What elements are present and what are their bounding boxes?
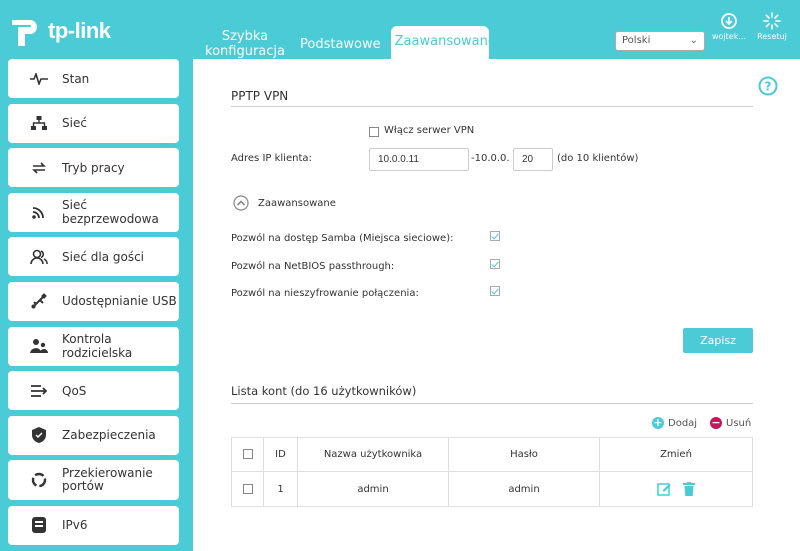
- remove-icon: −: [710, 416, 722, 429]
- tab-quick-setup[interactable]: Szybka konfiguracja: [200, 29, 290, 59]
- tp-link-logo[interactable]: tp-link: [10, 14, 111, 48]
- mode-switch-icon: [30, 159, 48, 177]
- sidebar-item-label: Przekierowanie portów: [62, 466, 153, 494]
- network-icon: [30, 114, 48, 132]
- user-download-icon: [721, 13, 737, 29]
- sidebar-item-label: Udostępnianie USB: [62, 294, 177, 309]
- brand-name: tp-link: [48, 18, 111, 43]
- chevron-down-icon: ⌄: [689, 35, 698, 46]
- sidebar-item-parental-control[interactable]: Kontrola rodzicielska: [8, 326, 179, 366]
- row-password: admin: [448, 471, 600, 507]
- sidebar-item-ipv6[interactable]: IPv6: [8, 505, 179, 545]
- pulse-icon: [30, 70, 48, 88]
- trash-icon[interactable]: [682, 482, 695, 496]
- sidebar-item-status[interactable]: Stan: [8, 59, 179, 98]
- qos-icon: [30, 382, 48, 400]
- wifi-icon: [30, 203, 48, 221]
- sidebar: Stan Sieć Tryb pracy Sieć bezprzewodowa …: [8, 59, 179, 551]
- table-row: 1 admin admin: [231, 471, 753, 507]
- sidebar-item-operation-mode[interactable]: Tryb pracy: [8, 148, 179, 188]
- tp-link-logo-icon: [12, 20, 37, 46]
- unencrypted-option-label: Pozwól na nieszyfrowanie połączenia:: [231, 288, 419, 299]
- sidebar-item-label: Stan: [62, 71, 90, 86]
- row-checkbox[interactable]: [242, 483, 253, 494]
- row-username: admin: [297, 471, 449, 507]
- enable-vpn-checkbox[interactable]: [369, 127, 379, 137]
- sidebar-item-label: Sieć bezprzewodowa: [62, 198, 159, 227]
- add-icon: +: [652, 416, 664, 429]
- ip-start-input[interactable]: [369, 148, 469, 171]
- advanced-toggle-label[interactable]: Zaawansowane: [258, 198, 336, 209]
- unencrypted-checkbox[interactable]: [490, 286, 500, 296]
- ip-separator: -10.0.0.: [471, 153, 510, 164]
- sidebar-item-label: QoS: [62, 383, 87, 398]
- reset-label: Resetuj: [757, 32, 787, 41]
- reset-icon: [763, 12, 781, 30]
- language-select[interactable]: Polski ⌄: [615, 31, 705, 51]
- sidebar-item-label: Sieć: [62, 116, 87, 131]
- sidebar-item-network[interactable]: Sieć: [8, 103, 179, 143]
- sidebar-item-label: IPv6: [62, 518, 88, 533]
- sidebar-item-security[interactable]: Zabezpieczenia: [8, 415, 179, 455]
- main-tabs: Szybka konfiguracja Podstawowe Zaawansow…: [200, 26, 496, 59]
- sidebar-item-label: Sieć dla gości: [62, 249, 145, 264]
- samba-option-label: Pozwól na dostęp Samba (Miejsca sieciowe…: [231, 233, 454, 244]
- sidebar-item-label: Kontrola rodzicielska: [62, 332, 133, 361]
- add-label: Dodaj: [668, 417, 698, 429]
- divider: [231, 106, 753, 107]
- accounts-section-title: Lista kont (do 16 użytkowników): [231, 384, 417, 398]
- reset-button[interactable]: Resetuj: [752, 12, 792, 41]
- column-header-username: Nazwa użytkownika: [297, 437, 449, 472]
- tab-advanced[interactable]: Zaawansowane: [390, 26, 496, 59]
- column-header-edit: Zmień: [599, 437, 753, 472]
- table-header-row: ID Nazwa użytkownika Hasło Zmień: [231, 437, 753, 472]
- row-id: 1: [263, 471, 298, 507]
- row-select-cell: [231, 471, 264, 507]
- select-all-checkbox[interactable]: [242, 449, 253, 459]
- sidebar-item-label: Zabezpieczenia: [62, 428, 156, 443]
- sidebar-item-guest-network[interactable]: Sieć dla gości: [8, 237, 179, 277]
- user-account-button[interactable]: wojtek...: [709, 12, 749, 41]
- help-icon[interactable]: ?: [758, 76, 778, 96]
- sidebar-item-qos[interactable]: QoS: [8, 371, 179, 411]
- divider: [231, 403, 753, 404]
- main-panel: ? PPTP VPN Włącz serwer VPN Adres IP kli…: [193, 59, 800, 551]
- sidebar-item-port-forwarding[interactable]: Przekierowanie portów: [8, 460, 179, 501]
- sidebar-item-wireless[interactable]: Sieć bezprzewodowa: [8, 192, 179, 232]
- column-header-password: Hasło: [448, 437, 600, 472]
- sidebar-item-label: Tryb pracy: [62, 160, 125, 175]
- ip-hint: (do 10 klientów): [557, 153, 639, 164]
- user-label: wojtek...: [712, 32, 746, 41]
- client-ip-label: Adres IP klienta:: [231, 153, 312, 164]
- usb-icon: [30, 292, 48, 310]
- accounts-table: ID Nazwa użytkownika Hasło Zmień 1 admin…: [231, 437, 753, 507]
- add-account-button[interactable]: + Dodaj: [652, 417, 697, 429]
- enable-vpn-label: Włącz serwer VPN: [384, 125, 475, 136]
- delete-account-button[interactable]: − Usuń: [710, 417, 751, 429]
- select-all-cell: [231, 437, 264, 472]
- netbios-option-label: Pozwól na NetBIOS passthrough:: [231, 261, 395, 272]
- sidebar-item-usb-sharing[interactable]: Udostępnianie USB: [8, 281, 179, 321]
- nat-icon: [30, 471, 48, 489]
- svg-text:?: ?: [765, 80, 772, 94]
- language-selected: Polski: [622, 35, 651, 46]
- netbios-checkbox[interactable]: [490, 259, 500, 269]
- tab-basic[interactable]: Podstawowe: [296, 37, 385, 59]
- ipv6-icon: [30, 516, 48, 534]
- parental-icon: [30, 337, 48, 355]
- shield-icon: [30, 426, 48, 444]
- edit-icon[interactable]: [657, 482, 671, 496]
- ip-end-input[interactable]: [513, 148, 553, 171]
- delete-label: Usuń: [726, 417, 752, 429]
- row-actions-cell: [599, 471, 753, 507]
- samba-checkbox[interactable]: [490, 231, 500, 241]
- column-header-id: ID: [263, 437, 298, 472]
- guests-icon: [30, 248, 48, 266]
- collapse-up-icon[interactable]: [233, 195, 249, 211]
- vpn-section-title: PPTP VPN: [231, 89, 289, 103]
- save-button[interactable]: Zapisz: [683, 328, 753, 353]
